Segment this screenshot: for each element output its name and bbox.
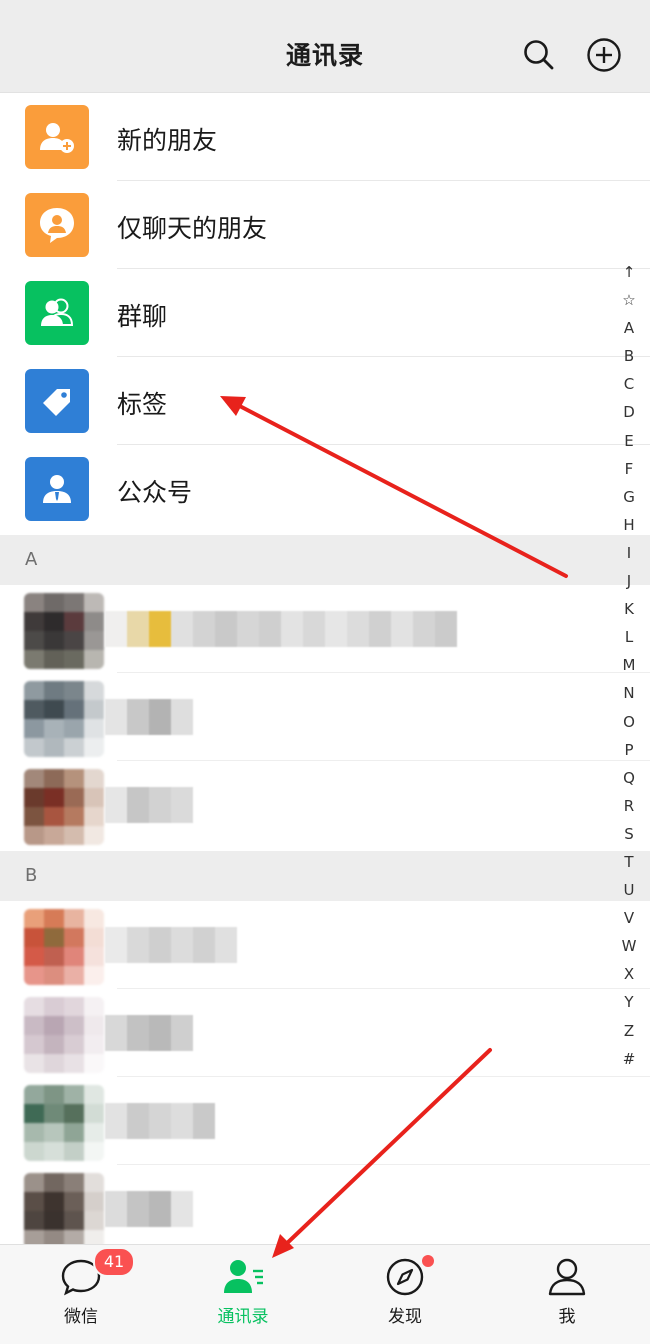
index-letter[interactable]: W (614, 932, 644, 960)
index-letter[interactable]: K (614, 595, 644, 623)
index-letter[interactable]: U (614, 876, 644, 904)
tab-label: 通讯录 (217, 1307, 269, 1327)
contact-name-blurred (105, 1191, 193, 1227)
contact-name-blurred (105, 787, 193, 823)
section-header-b: B (0, 851, 650, 901)
official-account-icon (25, 457, 89, 521)
avatar (24, 769, 104, 845)
index-letter[interactable]: T (614, 848, 644, 876)
tag-icon (25, 369, 89, 433)
tab-label: 我 (558, 1307, 576, 1327)
contact-name-blurred (105, 1015, 193, 1051)
person-icon (548, 1258, 586, 1296)
contact-name-blurred (105, 699, 193, 735)
contact-row[interactable] (0, 901, 650, 989)
contact-name-blurred (105, 611, 457, 647)
index-letter[interactable]: D (614, 398, 644, 426)
search-icon[interactable] (520, 36, 558, 74)
group-chats-item[interactable]: 群聊 (0, 269, 650, 357)
tab-label: 发现 (388, 1307, 422, 1327)
index-letter[interactable]: R (614, 792, 644, 820)
section-header-a: A (0, 535, 650, 585)
chat-only-friends-item[interactable]: 仅聊天的朋友 (0, 181, 650, 269)
avatar (24, 1173, 104, 1249)
contact-row[interactable] (0, 673, 650, 761)
index-letter[interactable]: E (614, 427, 644, 455)
contact-name-blurred (105, 927, 237, 963)
add-friend-icon (25, 105, 89, 169)
tab-chats[interactable]: 41 微信 (0, 1245, 162, 1344)
index-letter[interactable]: J (614, 567, 644, 595)
index-letter[interactable]: ↑ (614, 258, 644, 286)
index-letter[interactable]: L (614, 623, 644, 651)
avatar (24, 681, 104, 757)
notification-dot (422, 1255, 434, 1267)
index-letter[interactable]: P (614, 736, 644, 764)
avatar (24, 593, 104, 669)
index-letter[interactable]: N (614, 679, 644, 707)
compass-icon (386, 1258, 424, 1296)
index-letter[interactable]: F (614, 455, 644, 483)
contact-name-blurred (105, 1103, 215, 1139)
tab-contacts[interactable]: 通讯录 (162, 1245, 324, 1344)
avatar (24, 909, 104, 985)
new-friends-item[interactable]: 新的朋友 (0, 93, 650, 181)
contact-row[interactable] (0, 1165, 650, 1253)
chat-only-friends-label: 仅聊天的朋友 (117, 214, 268, 243)
plus-circle-icon[interactable] (585, 36, 623, 74)
index-letter[interactable]: V (614, 904, 644, 932)
index-letter[interactable]: C (614, 370, 644, 398)
index-letter[interactable]: O (614, 708, 644, 736)
new-friends-label: 新的朋友 (117, 126, 218, 155)
index-letter[interactable]: H (614, 511, 644, 539)
tab-label: 微信 (64, 1307, 98, 1327)
tab-discover[interactable]: 发现 (324, 1245, 486, 1344)
unread-badge: 41 (93, 1247, 135, 1277)
avatar (24, 1085, 104, 1161)
index-letter[interactable]: S (614, 820, 644, 848)
official-accounts-item[interactable]: 公众号 (0, 445, 650, 533)
index-letter[interactable]: B (614, 342, 644, 370)
index-letter[interactable]: Y (614, 988, 644, 1016)
contacts-icon (224, 1260, 263, 1293)
index-letter[interactable]: X (614, 960, 644, 988)
index-letter[interactable]: M (614, 651, 644, 679)
group-chat-icon (25, 281, 89, 345)
contact-row[interactable] (0, 989, 650, 1077)
tags-item[interactable]: 标签 (0, 357, 650, 445)
contact-row[interactable] (0, 761, 650, 849)
section-letter: B (25, 865, 38, 886)
bottom-tab-bar: 41 微信 通讯录 发现 我 (0, 1244, 650, 1344)
tags-label: 标签 (117, 390, 168, 419)
index-letter[interactable]: ☆ (614, 286, 644, 314)
index-letter[interactable]: A (614, 314, 644, 342)
alphabet-index[interactable]: ↑ ☆ A B C D E F G H I J K L M N O P Q R S T U V W X Y Z # (614, 258, 644, 1073)
section-letter: A (25, 549, 38, 570)
index-letter[interactable]: G (614, 483, 644, 511)
index-letter[interactable]: # (614, 1045, 644, 1073)
top-bar: 通讯录 (0, 0, 650, 93)
group-chats-label: 群聊 (117, 302, 168, 331)
contact-row[interactable] (0, 1077, 650, 1165)
avatar (24, 997, 104, 1073)
index-letter[interactable]: Z (614, 1017, 644, 1045)
official-accounts-label: 公众号 (117, 478, 193, 507)
tab-me[interactable]: 我 (486, 1245, 648, 1344)
chat-only-friend-icon (25, 193, 89, 257)
index-letter[interactable]: I (614, 539, 644, 567)
contact-row[interactable] (0, 585, 650, 673)
index-letter[interactable]: Q (614, 764, 644, 792)
